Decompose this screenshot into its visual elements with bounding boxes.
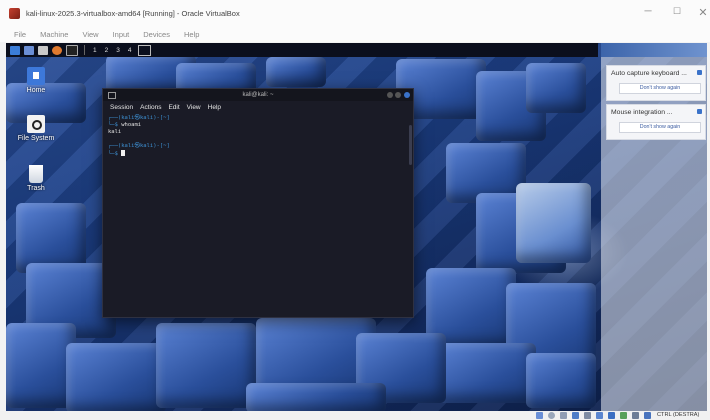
terminal-maximize-button[interactable] (395, 92, 401, 98)
dont-show-again-button[interactable]: Don't show again (619, 122, 701, 133)
notification-mouse-integration: Mouse integration ... Don't show again (606, 104, 706, 140)
notification-title: Auto capture keyboard ... (611, 70, 687, 77)
workspace-1[interactable]: 1 (93, 47, 97, 54)
desktop-icon-label: File System (17, 135, 55, 142)
terminal-menu-view[interactable]: View (187, 104, 201, 111)
kali-top-panel: 1 2 3 4 (6, 43, 598, 57)
kali-menu-icon[interactable] (10, 45, 20, 55)
optical-drive-icon[interactable] (548, 412, 555, 419)
desktop-icon-label: Home (26, 87, 46, 94)
cpu-icon[interactable] (632, 412, 639, 419)
desktop-icon-file-system[interactable]: File System (12, 115, 60, 142)
guest-screen[interactable]: 1 2 3 4 Home File System Trash kali@kali… (6, 43, 707, 411)
terminal-minimize-button[interactable] (387, 92, 393, 98)
video-capture-icon[interactable] (620, 412, 627, 419)
mouse-integration-icon[interactable] (644, 412, 651, 419)
panel-separator (84, 45, 85, 55)
desktop-icon-trash[interactable]: Trash (12, 165, 60, 192)
virtualbox-app-icon (9, 7, 20, 19)
blue-window-icon[interactable] (24, 45, 34, 55)
notification-keyboard-capture: Auto capture keyboard ... Don't show aga… (606, 65, 706, 101)
menu-view[interactable]: View (82, 30, 98, 39)
terminal-scrollbar[interactable] (409, 125, 412, 165)
terminal-line: kali (108, 129, 122, 135)
taskbar-terminal-icon[interactable] (137, 44, 151, 56)
workspace-3[interactable]: 3 (116, 47, 120, 54)
firefox-icon[interactable] (52, 45, 62, 55)
terminal-line: ┌──(kali㉿kali)-[~] (108, 143, 170, 149)
window-title: kali-linux-2025.3-virtualbox-amd64 [Runn… (26, 8, 240, 18)
menu-devices[interactable]: Devices (143, 30, 170, 39)
trash-icon (29, 165, 43, 183)
desktop-icon-home[interactable]: Home (12, 67, 60, 94)
notification-close-icon[interactable] (697, 70, 702, 75)
terminal-window[interactable]: kali@kali: ~ Session Actions Edit View H… (102, 88, 414, 318)
network-icon[interactable] (572, 412, 579, 419)
maximize-button[interactable]: ☐ (670, 6, 684, 17)
terminal-output[interactable]: ┌──(kali㉿kali)-[~] └─$ whoami kali ┌──(k… (103, 113, 413, 160)
shared-folders-icon[interactable] (596, 412, 603, 419)
menu-machine[interactable]: Machine (40, 30, 68, 39)
terminal-line: └─$ whoami (108, 122, 142, 128)
terminal-menu-session[interactable]: Session (110, 104, 133, 111)
minimize-button[interactable]: ─ (641, 6, 655, 17)
notification-title: Mouse integration ... (611, 109, 673, 116)
display-icon[interactable] (608, 412, 615, 419)
hard-disk-icon[interactable] (536, 412, 543, 419)
menu-help[interactable]: Help (184, 30, 199, 39)
terminal-menu-actions[interactable]: Actions (140, 104, 161, 111)
vbox-menu-bar: File Machine View Input Devices Help (0, 26, 710, 42)
notification-close-icon[interactable] (697, 109, 702, 114)
host-key-label: CTRL (DESTRA) (657, 412, 700, 418)
terminal-icon[interactable] (66, 44, 78, 56)
terminal-title: kali@kali: ~ (242, 92, 274, 98)
terminal-menu-help[interactable]: Help (208, 104, 221, 111)
terminal-title-bar[interactable]: kali@kali: ~ (103, 89, 413, 101)
workspace-2[interactable]: 2 (105, 47, 109, 54)
audio-icon[interactable] (560, 412, 567, 419)
usb-icon[interactable] (584, 412, 591, 419)
menu-input[interactable]: Input (113, 30, 130, 39)
vbox-title-bar: kali-linux-2025.3-virtualbox-amd64 [Runn… (0, 0, 710, 26)
desktop-icon-label: Trash (27, 185, 45, 192)
home-icon (27, 67, 45, 85)
terminal-menu-bar: Session Actions Edit View Help (103, 101, 413, 113)
drive-icon (27, 115, 45, 133)
folder-icon[interactable] (38, 45, 48, 55)
workspace-4[interactable]: 4 (128, 47, 132, 54)
terminal-line: └─$ (108, 150, 408, 158)
dont-show-again-button[interactable]: Don't show again (619, 83, 701, 94)
terminal-menu-edit[interactable]: Edit (168, 104, 179, 111)
notification-header (601, 43, 707, 57)
vbox-status-bar: CTRL (DESTRA) (0, 411, 710, 420)
menu-file[interactable]: File (14, 30, 26, 39)
terminal-line: ┌──(kali㉿kali)-[~] (108, 115, 170, 121)
close-button[interactable]: ✕ (696, 6, 710, 19)
terminal-close-button[interactable] (404, 92, 410, 98)
text-cursor (121, 150, 126, 156)
